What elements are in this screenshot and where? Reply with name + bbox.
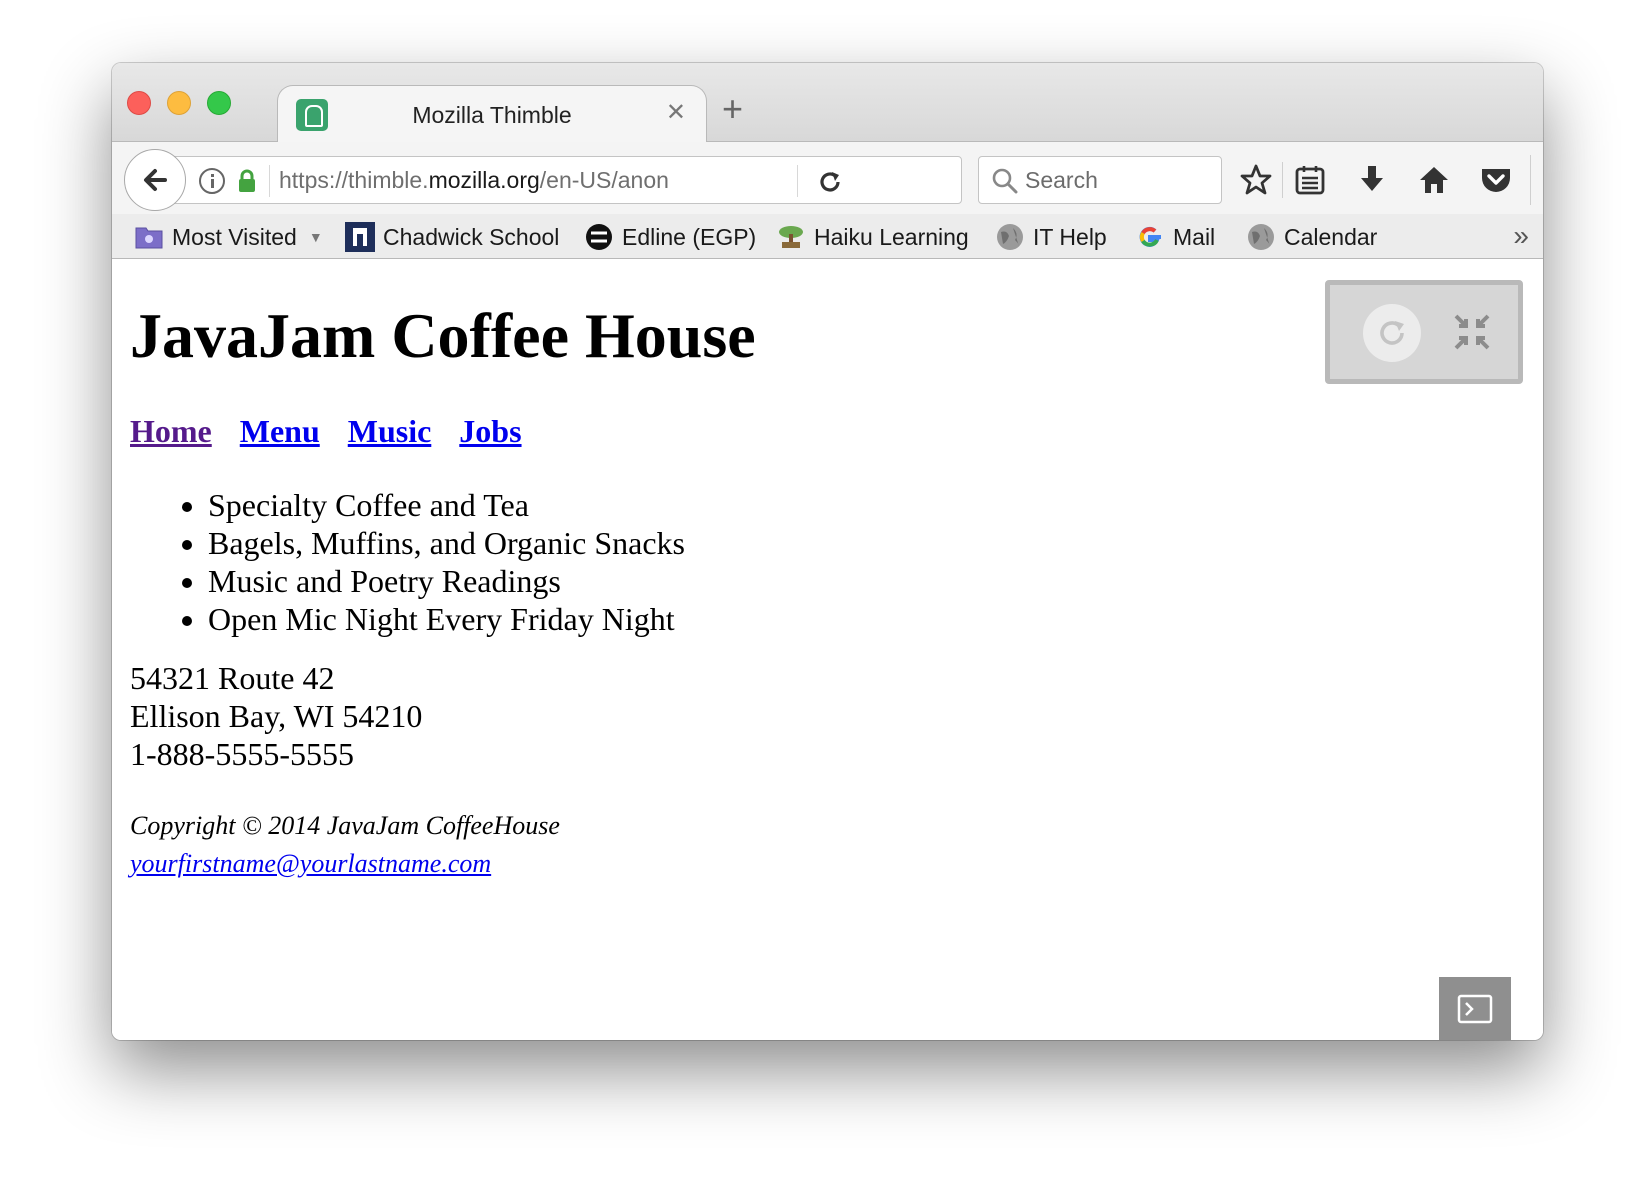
- folder-icon: [134, 222, 164, 252]
- minimize-window-button[interactable]: [167, 91, 191, 115]
- page-viewport: JavaJam Coffee House Home Menu Music Job…: [112, 259, 1543, 1040]
- page-title: JavaJam Coffee House: [130, 300, 756, 371]
- nav-link-home[interactable]: Home: [130, 413, 212, 449]
- dropdown-arrow-icon: ▼: [308, 229, 323, 245]
- globe-icon: [1246, 222, 1276, 252]
- bookmark-label: Chadwick School: [383, 223, 560, 250]
- tab-close-icon[interactable]: ✕: [666, 98, 686, 127]
- features-list: Specialty Coffee and Tea Bagels, Muffins…: [208, 486, 685, 638]
- address-city: Ellison Bay, WI 54210: [130, 698, 423, 734]
- tab-title: Mozilla Thimble: [412, 102, 572, 128]
- nav-link-menu[interactable]: Menu: [240, 413, 320, 449]
- back-button[interactable]: [124, 149, 186, 211]
- bookmark-label: Haiku Learning: [814, 223, 969, 250]
- site-nav: Home Menu Music Jobs: [130, 413, 542, 450]
- refresh-icon: [1380, 321, 1404, 345]
- preview-refresh-button[interactable]: [1363, 304, 1421, 362]
- download-icon[interactable]: [1354, 162, 1390, 198]
- chadwick-icon: [345, 222, 375, 252]
- bookmark-star-icon[interactable]: [1238, 162, 1274, 198]
- pocket-icon[interactable]: [1478, 162, 1514, 198]
- bonsai-icon: [776, 222, 806, 252]
- zoom-window-button[interactable]: [207, 91, 231, 115]
- list-item: Specialty Coffee and Tea: [208, 486, 685, 524]
- bookmark-haiku-learning[interactable]: Haiku Learning: [776, 220, 969, 254]
- edline-icon: [584, 222, 614, 252]
- tab-mozilla-thimble[interactable]: Mozilla Thimble ✕: [277, 85, 707, 143]
- preview-controls: [1325, 280, 1523, 384]
- address-phone: 1-888-5555-5555: [130, 736, 354, 772]
- search-bar[interactable]: [978, 156, 1222, 204]
- bookmark-label: Most Visited: [172, 223, 297, 250]
- lock-icon: [239, 169, 255, 192]
- bookmark-edline[interactable]: Edline (EGP): [584, 220, 756, 254]
- toolbar-separator: [1530, 155, 1531, 205]
- copyright-text: Copyright © 2014 JavaJam CoffeeHouse: [130, 811, 560, 840]
- browser-window: Mozilla Thimble ✕ + https://thimble.mozi…: [112, 63, 1543, 1040]
- tab-strip: Mozilla Thimble ✕ +: [112, 63, 1543, 143]
- url-text[interactable]: https://thimble.mozilla.org/en-US/anon: [279, 167, 669, 194]
- bookmark-calendar[interactable]: Calendar: [1246, 220, 1377, 254]
- url-bar[interactable]: https://thimble.mozilla.org/en-US/anon: [164, 156, 962, 204]
- home-icon[interactable]: [1416, 162, 1452, 198]
- bookmark-it-help[interactable]: IT Help: [995, 220, 1107, 254]
- terminal-icon: [1457, 994, 1493, 1023]
- reload-icon[interactable]: [815, 167, 845, 197]
- new-tab-button[interactable]: +: [722, 89, 743, 129]
- console-toggle-button[interactable]: [1439, 977, 1511, 1040]
- url-separator: [269, 165, 270, 197]
- toolbar-separator: [1282, 162, 1283, 198]
- bookmark-label: IT Help: [1033, 223, 1107, 250]
- bookmark-label: Calendar: [1284, 223, 1378, 250]
- bookmark-label: Mail: [1173, 223, 1216, 250]
- collapse-arrows-icon[interactable]: [1452, 312, 1492, 352]
- close-window-button[interactable]: [127, 91, 151, 115]
- list-item: Bagels, Muffins, and Organic Snacks: [208, 524, 685, 562]
- site-info-icon[interactable]: [199, 168, 225, 194]
- globe-icon: [995, 222, 1025, 252]
- nav-link-jobs[interactable]: Jobs: [459, 413, 521, 449]
- back-arrow-icon: [144, 169, 167, 191]
- bookmark-label: Edline (EGP): [622, 223, 757, 250]
- reading-list-icon[interactable]: [1292, 162, 1328, 198]
- address-street: 54321 Route 42: [130, 660, 335, 696]
- nav-link-music[interactable]: Music: [348, 413, 432, 449]
- url-separator: [797, 165, 798, 197]
- thimble-favicon-icon: [296, 99, 328, 131]
- google-icon: [1135, 222, 1165, 252]
- contact-address: 54321 Route 42 Ellison Bay, WI 54210 1-8…: [130, 659, 422, 773]
- list-item: Open Mic Night Every Friday Night: [208, 600, 685, 638]
- bookmark-mail[interactable]: Mail: [1135, 220, 1215, 254]
- bookmark-most-visited[interactable]: Most Visited ▼: [134, 220, 323, 254]
- bookmarks-overflow-chevron-icon[interactable]: »: [1513, 220, 1529, 252]
- navigation-toolbar: https://thimble.mozilla.org/en-US/anon: [112, 142, 1543, 214]
- bookmarks-toolbar: Most Visited ▼ Chadwick School Edline (E…: [112, 214, 1543, 259]
- search-icon: [992, 168, 1018, 194]
- bookmark-chadwick-school[interactable]: Chadwick School: [345, 220, 559, 254]
- search-input[interactable]: [1025, 165, 1210, 195]
- list-item: Music and Poetry Readings: [208, 562, 685, 600]
- email-link[interactable]: yourfirstname@yourlastname.com: [130, 849, 491, 879]
